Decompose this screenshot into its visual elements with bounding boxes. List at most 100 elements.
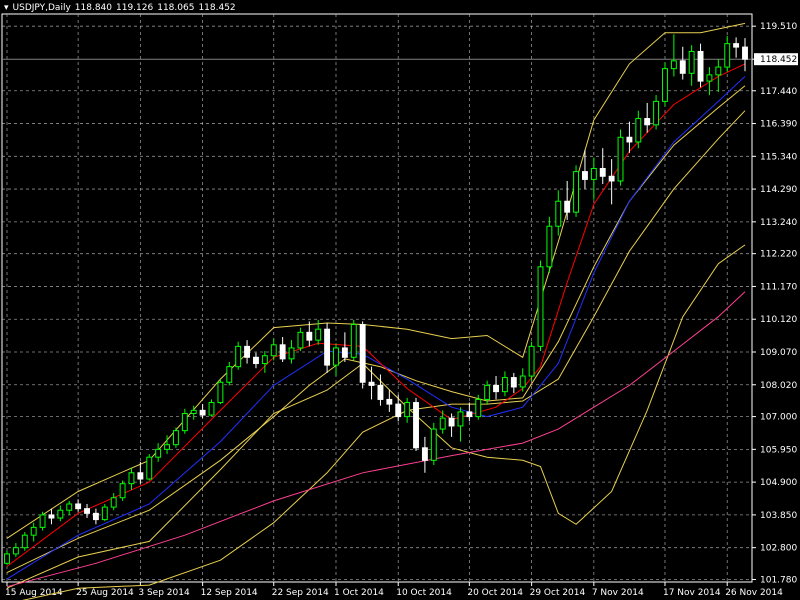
x-tick-label: 1 Oct 2014 — [334, 588, 384, 598]
candle-body — [350, 324, 357, 358]
candle-body — [653, 100, 660, 126]
y-tick-label: 112.220 — [760, 250, 797, 260]
candle-body — [430, 428, 437, 461]
y-tick-label: 102.800 — [760, 544, 797, 554]
candle-body — [519, 375, 526, 388]
fast-moving-average-line — [6, 63, 746, 567]
candle-body — [457, 411, 464, 427]
candle-body — [57, 509, 64, 519]
candle-body — [564, 200, 571, 213]
candle-body — [21, 534, 28, 549]
candle-body — [697, 50, 704, 82]
candle-body — [413, 402, 419, 449]
candle-body — [244, 345, 251, 358]
candle-body — [333, 347, 339, 366]
candle-body — [404, 402, 411, 418]
y-tick-label: 101.780 — [760, 576, 797, 586]
candle-body — [181, 412, 188, 432]
y-tick-label: 113.240 — [760, 218, 797, 228]
candle-body — [110, 497, 117, 508]
candle-body — [679, 60, 686, 74]
candle-body — [306, 331, 313, 341]
y-tick-label: 108.020 — [760, 381, 797, 391]
candle-body — [172, 430, 179, 446]
candle-body — [608, 175, 615, 182]
candle-body — [733, 43, 740, 48]
candle-body — [39, 514, 46, 528]
candle-body — [75, 503, 82, 510]
y-tick-label: 115.340 — [760, 152, 797, 162]
y-tick-label: 103.850 — [760, 511, 797, 521]
candle-body — [359, 324, 366, 383]
plot-frame — [1, 13, 753, 583]
candle-body — [190, 409, 197, 414]
y-tick-label: 114.290 — [760, 185, 797, 195]
candle-body — [448, 417, 455, 427]
candle-body — [742, 46, 748, 60]
x-tick-label: 7 Nov 2014 — [592, 588, 644, 598]
y-tick-label: 117.440 — [760, 87, 797, 97]
candle-body — [466, 411, 473, 418]
x-tick-label: 12 Sep 2014 — [201, 588, 258, 598]
candle-body — [662, 68, 668, 102]
candle-body — [4, 553, 10, 564]
price-chart[interactable]: 119.510 118.452 117.440 116.390 115.340 114.2… — [0, 0, 800, 600]
candle-body — [439, 417, 446, 430]
candle-body — [226, 366, 233, 383]
x-tick-label: 25 Aug 2014 — [76, 588, 134, 598]
y-tick-label: 107.000 — [760, 413, 797, 423]
candle-body — [48, 514, 55, 519]
candle-body — [119, 483, 126, 499]
mid-moving-average-line — [6, 76, 746, 580]
candle-body — [617, 136, 624, 182]
candle-body — [341, 347, 348, 358]
candle-body — [644, 118, 651, 126]
y-tick-label: 109.070 — [760, 348, 797, 358]
envelope-upper-line — [6, 85, 746, 574]
candle-body — [528, 345, 535, 377]
candle-body — [164, 444, 170, 450]
x-tick-label: 3 Sep 2014 — [138, 588, 190, 598]
candle-body — [724, 43, 731, 68]
candle-body — [368, 381, 375, 386]
candle-body — [315, 328, 322, 341]
x-tick-label: 20 Oct 2014 — [467, 588, 523, 598]
candle-body — [386, 398, 393, 405]
candle-body — [270, 344, 277, 357]
candle-body — [128, 472, 135, 485]
candle-body — [555, 200, 562, 227]
y-tick-label: 111.170 — [760, 282, 797, 292]
candle-body — [235, 345, 242, 368]
candle-body — [12, 547, 19, 555]
candle-body — [546, 225, 553, 268]
candle-body — [590, 167, 597, 180]
x-tick-label: 10 Oct 2014 — [396, 588, 452, 598]
candle-body — [137, 472, 144, 480]
candle-body — [288, 347, 295, 360]
y-tick-label: 116.390 — [760, 120, 797, 130]
x-tick-label: 17 Nov 2014 — [663, 588, 721, 598]
y-tick-label: 110.120 — [760, 315, 797, 325]
candle-body — [92, 512, 99, 521]
candle-body — [261, 355, 268, 365]
y-tick-label: 105.950 — [760, 445, 797, 455]
candle-body — [484, 384, 491, 400]
candle-body — [670, 60, 677, 70]
candle-body — [501, 377, 508, 393]
candle-body — [715, 66, 722, 76]
x-tick-label: 29 Oct 2014 — [530, 588, 586, 598]
candle-body — [395, 403, 402, 418]
candle-body — [573, 171, 580, 213]
x-tick-label: 22 Sep 2014 — [272, 588, 329, 598]
candle-body — [377, 384, 384, 400]
candle-body — [626, 136, 633, 143]
x-tick-label: 26 Nov 2014 — [725, 588, 783, 598]
candle-body — [155, 448, 162, 458]
candle-body — [66, 503, 73, 511]
candle-body — [493, 384, 499, 393]
candle-body — [635, 118, 642, 143]
y-tick-label: 104.900 — [760, 478, 797, 488]
candle-body — [30, 526, 37, 536]
candle-body — [475, 398, 482, 418]
candle-body — [599, 167, 606, 177]
